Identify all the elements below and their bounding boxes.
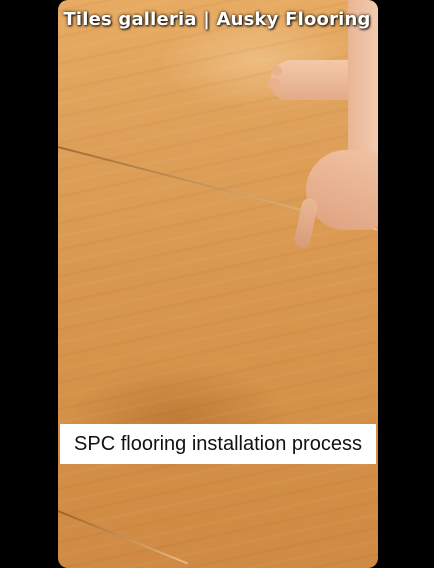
toe xyxy=(268,78,280,90)
video-player[interactable] xyxy=(58,0,378,568)
video-frame: Tiles galleria | Ausky Flooring SPC floo… xyxy=(0,0,434,568)
subtitle-text: SPC flooring installation process xyxy=(74,432,362,455)
hand xyxy=(306,150,378,230)
subtitle-box: SPC flooring installation process xyxy=(60,424,376,464)
toe xyxy=(272,66,282,76)
channel-watermark: Tiles galleria | Ausky Flooring xyxy=(63,9,371,30)
